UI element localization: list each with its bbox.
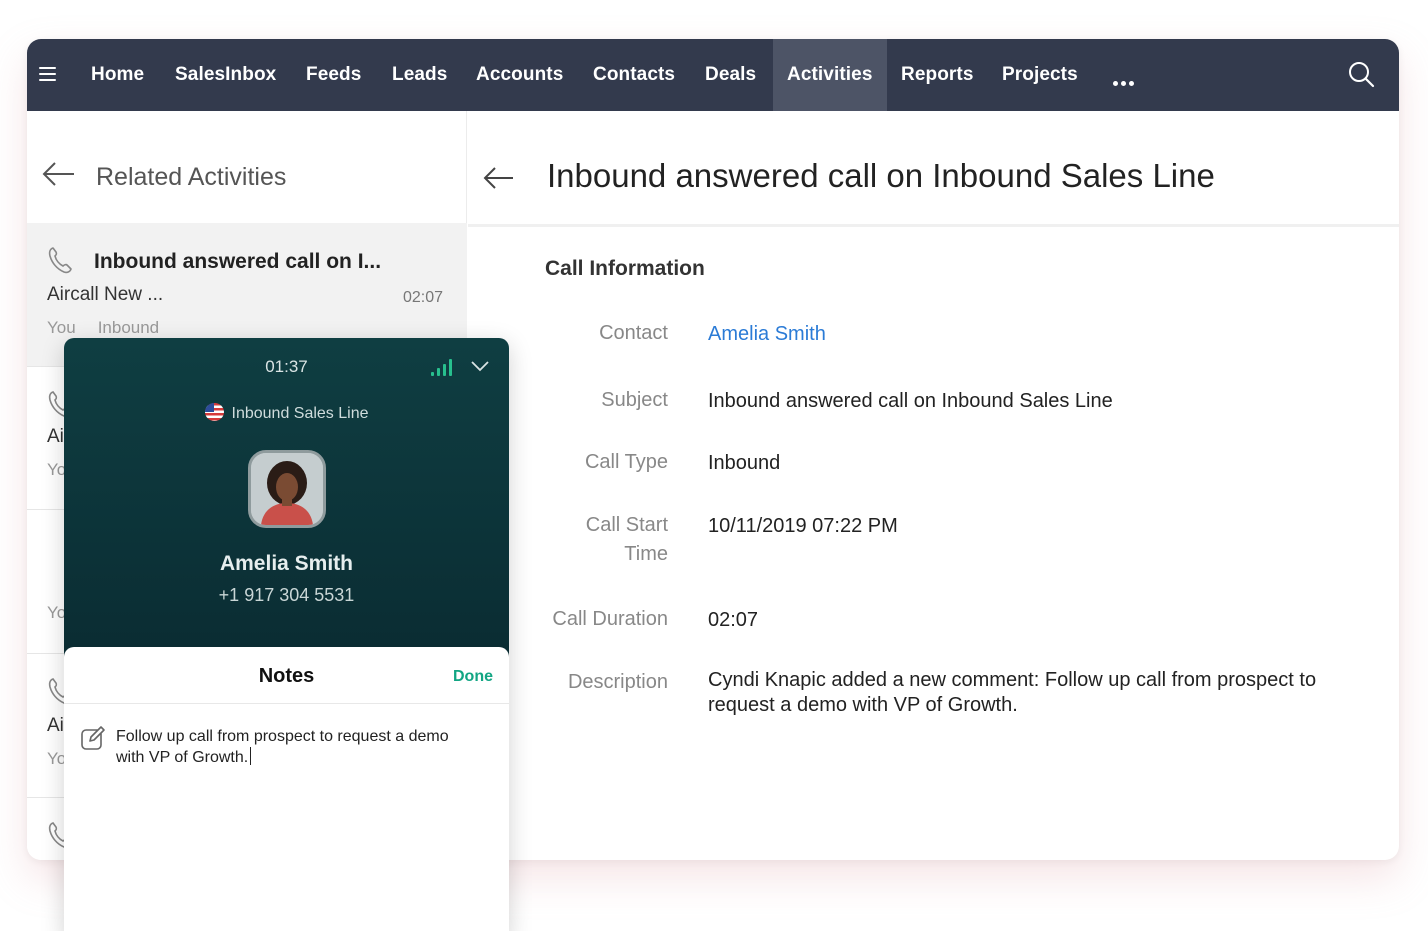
- search-icon[interactable]: [1347, 60, 1375, 88]
- call-type-value: Inbound: [708, 452, 781, 474]
- us-flag-icon: [204, 403, 224, 421]
- nav-activities[interactable]: Activities: [773, 39, 887, 111]
- top-nav: Home SalesInbox Feeds Leads Accounts Con…: [27, 39, 1399, 111]
- call-duration-label: Call Duration: [552, 608, 668, 630]
- caller-number: +1 917 304 5531: [218, 585, 355, 605]
- description-line2: request a demo with VP of Growth.: [708, 694, 1018, 716]
- header-divider: [468, 224, 1399, 227]
- person-icon: [251, 453, 323, 525]
- back-arrow-icon[interactable]: [482, 163, 516, 193]
- call-duration-value: 02:07: [708, 609, 759, 631]
- contact-link[interactable]: Amelia Smith: [708, 322, 826, 347]
- section-title: Call Information: [545, 257, 705, 280]
- description-line1: Cyndi Knapic added a new comment: Follow…: [708, 669, 1317, 691]
- call-start-label-line1: Call Start: [585, 514, 668, 536]
- activity-subject: Inbound answered call on I...: [94, 250, 382, 273]
- nav-accounts[interactable]: Accounts: [476, 39, 563, 111]
- call-type-label: Call Type: [584, 451, 668, 473]
- panel-title: Related Activities: [96, 163, 287, 191]
- description-label: Description: [567, 671, 668, 693]
- more-icon[interactable]: [1113, 73, 1137, 91]
- menu-icon[interactable]: [39, 67, 56, 81]
- back-arrow-icon[interactable]: [41, 159, 77, 189]
- notes-divider: [64, 703, 509, 704]
- nav-home[interactable]: Home: [91, 39, 144, 111]
- notes-title: Notes: [258, 665, 315, 687]
- call-start-label: Call Start Time: [586, 511, 668, 569]
- activity-meta: You Inbound: [47, 318, 159, 338]
- notes-line2: with VP of Growth.: [116, 747, 491, 768]
- done-button[interactable]: Done: [453, 668, 493, 686]
- notes-sheet: Notes Done Follow up call from prospect …: [64, 647, 509, 931]
- signal-icon: [431, 359, 452, 376]
- call-start-value: 10/11/2019 07:22 PM: [708, 515, 898, 537]
- edit-icon: [81, 726, 105, 750]
- activity-owner: You: [47, 318, 76, 337]
- notes-line1: Follow up call from prospect to request …: [116, 728, 449, 745]
- description-value: Cyndi Knapic added a new comment: Follow…: [708, 668, 1316, 718]
- activity-related: Ai: [47, 715, 64, 736]
- nav-projects[interactable]: Projects: [1002, 39, 1078, 111]
- page-title: Inbound answered call on Inbound Sales L…: [547, 157, 1215, 194]
- notes-line2-text: with VP of Growth.: [116, 749, 249, 766]
- activity-detail: Inbound answered call on Inbound Sales L…: [468, 111, 1399, 860]
- subject-label: Subject: [601, 389, 668, 411]
- text-caret: [250, 747, 252, 765]
- chevron-down-icon[interactable]: [470, 358, 490, 374]
- caller-name: Amelia Smith: [219, 552, 354, 575]
- call-line: Inbound Sales Line: [64, 403, 509, 423]
- line-name: Inbound Sales Line: [231, 405, 369, 422]
- aircall-widget: 01:37 Inbound Sales Line Amelia Smith +1…: [64, 338, 509, 931]
- notes-input[interactable]: Follow up call from prospect to request …: [116, 727, 491, 768]
- subject-value: Inbound answered call on Inbound Sales L…: [708, 390, 1113, 412]
- nav-contacts[interactable]: Contacts: [593, 39, 675, 111]
- nav-deals[interactable]: Deals: [705, 39, 756, 111]
- nav-leads[interactable]: Leads: [392, 39, 447, 111]
- nav-feeds[interactable]: Feeds: [306, 39, 361, 111]
- caller-avatar: [248, 450, 326, 528]
- activity-type: Inbound: [97, 318, 160, 337]
- nav-reports[interactable]: Reports: [901, 39, 974, 111]
- phone-icon: [48, 247, 72, 274]
- nav-salesinbox[interactable]: SalesInbox: [175, 39, 276, 111]
- contact-label: Contact: [599, 322, 668, 344]
- activity-related: Aircall New ...: [47, 284, 164, 305]
- activity-related: Ai: [47, 426, 64, 447]
- call-start-label-line2: Time: [624, 543, 668, 565]
- activity-duration: 02:07: [402, 289, 443, 306]
